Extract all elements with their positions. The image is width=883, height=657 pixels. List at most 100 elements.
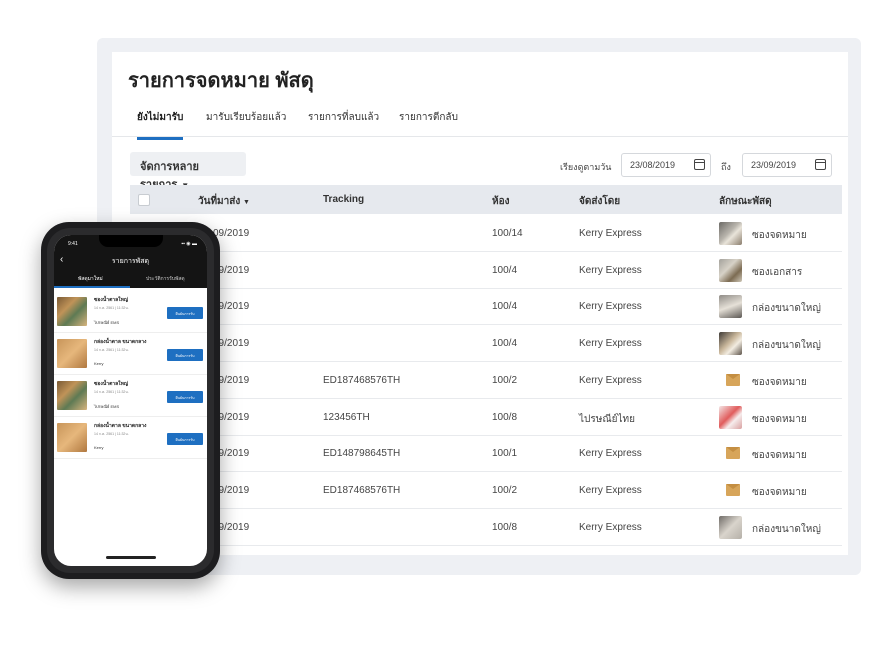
parcel-thumbnail[interactable]: [719, 405, 742, 429]
cell-sender: Kerry Express: [579, 264, 642, 276]
phone-screen: 9:41 ▪▪ ◉ ▬ ‹ รายการพัสดุ พัสดุมาใหม่ ปร…: [54, 235, 207, 566]
parcel-thumbnail[interactable]: [719, 332, 742, 356]
date-from-value: 23/08/2019: [630, 160, 676, 170]
cell-room: 100/8: [492, 411, 518, 423]
phone-tab-indicator: [54, 286, 130, 288]
cell-room: 100/4: [492, 264, 518, 276]
date-from-input[interactable]: 23/08/2019: [621, 153, 711, 177]
confirm-receive-button[interactable]: ยืนยันการรับ: [167, 349, 203, 361]
cell-type: ซองจดหมาย: [752, 413, 807, 425]
date-to-input[interactable]: 23/09/2019: [742, 153, 832, 177]
cell-type: กล่องขนาดใหญ่: [752, 303, 821, 315]
table-row[interactable]: 09/2019 100/8 Kerry Express กล่องขนาดใหญ่: [130, 509, 842, 546]
parcel-thumbnail[interactable]: [719, 258, 742, 282]
cell-type: ซองจดหมาย: [752, 486, 807, 498]
cell-room: 100/1: [492, 448, 518, 460]
phone-item-date: 14 ก.ค. 2561 | 11:32น.: [94, 432, 129, 436]
date-to-value: 23/09/2019: [751, 160, 797, 170]
cell-type: ซองจดหมาย: [752, 230, 807, 241]
confirm-receive-button[interactable]: ยืนยันการรับ: [167, 307, 203, 319]
select-all-checkbox[interactable]: [138, 194, 150, 206]
table-header: วันที่มาส่ง ▼ Tracking ห้อง จัดส่งโดย ลั…: [130, 185, 842, 214]
phone-tab-new[interactable]: พัสดุมาใหม่: [78, 275, 103, 283]
parcel-photo: [57, 297, 87, 326]
header-tracking: Tracking: [323, 194, 365, 205]
tab-deleted[interactable]: รายการที่ลบแล้ว: [308, 110, 379, 137]
parcel-thumbnail[interactable]: [719, 515, 742, 539]
tab-bar: ยังไม่มารับ มารับเรียบร้อยแล้ว รายการที่…: [112, 106, 848, 140]
header-date[interactable]: วันที่มาส่ง ▼: [198, 194, 250, 209]
tab-returned[interactable]: รายการตีกลับ: [399, 110, 458, 137]
cell-tracking: ED148798645TH: [323, 448, 401, 460]
cell-room: 100/2: [492, 484, 518, 496]
phone-list-item[interactable]: ซองน้ำตาลใหญ่ 14 ก.ค. 2561 | 11:32น. ไปรษณ…: [54, 375, 207, 417]
parcel-photo: [57, 381, 87, 410]
cell-sender: Kerry Express: [579, 374, 642, 386]
table-row[interactable]: 09/2019 ED187468576TH 100/2 Kerry Express ซอ…: [130, 472, 842, 509]
cell-type: กล่องขนาดใหญ่: [752, 340, 821, 352]
header-sender: จัดส่งโดย: [579, 196, 621, 207]
phone-item-name: ซองน้ำตาลใหญ่: [94, 381, 129, 387]
phone-item-courier: Kerry: [94, 445, 104, 450]
home-indicator: [106, 556, 156, 559]
phone-item-date: 14 ก.ค. 2561 | 11:32น.: [94, 306, 129, 310]
confirm-receive-button[interactable]: ยืนยันการรับ: [167, 433, 203, 445]
page-title: รายการจดหมาย พัสดุ: [128, 70, 314, 92]
parcel-thumbnail[interactable]: [719, 222, 742, 245]
cell-date: 09/2019: [213, 228, 250, 239]
cell-sender: Kerry Express: [579, 228, 642, 239]
cell-room: 100/4: [492, 338, 518, 350]
tab-received[interactable]: มารับเรียบร้อยแล้ว: [206, 110, 286, 137]
cell-room: 100/2: [492, 374, 518, 386]
phone-list-item[interactable]: กล่องน้ำตาล ขนาดกลาง 14 ก.ค. 2561 | 11:32…: [54, 417, 207, 459]
parcel-photo: [57, 339, 87, 368]
cell-sender: ไปรษณีย์ไทย: [579, 413, 635, 425]
tab-not-received[interactable]: ยังไม่มารับ: [137, 110, 184, 140]
cell-sender: Kerry Express: [579, 301, 642, 313]
phone-item-date: 14 ก.ค. 2561 | 11:32น.: [94, 348, 129, 352]
table-row[interactable]: 09/2019 100/4 Kerry Express กล่องขนาดใหญ่: [130, 288, 842, 326]
cell-type: ซองจดหมาย: [752, 376, 807, 388]
cell-room: 100/8: [492, 521, 518, 533]
phone-notch: [99, 235, 163, 247]
cell-type: กล่องขนาดใหญ่: [752, 523, 821, 535]
calendar-icon[interactable]: [815, 159, 826, 170]
phone-title: รายการพัสดุ: [111, 258, 150, 265]
cell-tracking: 123456TH: [323, 411, 370, 423]
signal-battery-icon: ▪▪ ◉ ▬: [181, 241, 197, 247]
phone-tab-history[interactable]: ประวัติการรับพัสดุ: [146, 275, 185, 283]
table-row[interactable]: 09/2019 ED148798645TH 100/1 Kerry Express ซอ…: [130, 435, 842, 473]
phone-item-name: กล่องน้ำตาล ขนาดกลาง: [94, 423, 147, 429]
cell-sender: Kerry Express: [579, 484, 642, 496]
phone-item-courier: Kerry: [94, 361, 104, 366]
phone-app-header: 9:41 ▪▪ ◉ ▬ ‹ รายการพัสดุ พัสดุมาใหม่ ปร…: [54, 235, 207, 288]
calendar-icon[interactable]: [694, 159, 705, 170]
table-row[interactable]: 09/2019 ED187468576TH 100/2 Kerry Express ซอ…: [130, 362, 842, 399]
cell-type: ซองจดหมาย: [752, 450, 807, 462]
phone-item-date: 14 ก.ค. 2561 | 11:32น.: [94, 390, 129, 394]
phone-list-item[interactable]: กล่องน้ำตาล ขนาดกลาง 14 ก.ค. 2561 | 11:32…: [54, 333, 207, 375]
header-type: ลักษณะพัสดุ: [719, 196, 772, 207]
table-row[interactable]: 09/2019 100/4 Kerry Express ซองเอกสาร: [130, 252, 842, 289]
cell-sender: Kerry Express: [579, 338, 642, 350]
confirm-receive-button[interactable]: ยืนยันการรับ: [167, 391, 203, 403]
table-row[interactable]: 09/2019 100/14 Kerry Express ซองจดหมาย: [130, 215, 842, 252]
table-row[interactable]: 09/2019 123456TH 100/8 ไปรษณีย์ไทย ซองจดหมาย: [130, 399, 842, 436]
phone-item-name: ซองน้ำตาลใหญ่: [94, 297, 129, 303]
bulk-actions-dropdown[interactable]: จัดการหลายรายการ▼: [130, 152, 246, 191]
cell-tracking: ED187468576TH: [323, 374, 401, 386]
header-room: ห้อง: [492, 196, 510, 207]
envelope-icon: [726, 483, 740, 496]
cell-room: 100/4: [492, 301, 518, 313]
cell-sender: Kerry Express: [579, 448, 642, 460]
envelope-icon: [726, 373, 740, 386]
to-label: ถึง: [721, 162, 731, 172]
sort-label: เรียงดูตามวัน: [560, 162, 612, 172]
cell-tracking: ED187468576TH: [323, 484, 401, 496]
table-row[interactable]: 09/2019 100/4 Kerry Express กล่องขนาดใหญ่: [130, 325, 842, 363]
parcel-thumbnail[interactable]: [719, 295, 742, 319]
envelope-icon: [726, 447, 740, 460]
phone-list-item[interactable]: ซองน้ำตาลใหญ่ 14 ก.ค. 2561 | 11:32น. ไปรษณ…: [54, 291, 207, 333]
sort-desc-icon: ▼: [243, 199, 250, 206]
cell-sender: Kerry Express: [579, 521, 642, 533]
